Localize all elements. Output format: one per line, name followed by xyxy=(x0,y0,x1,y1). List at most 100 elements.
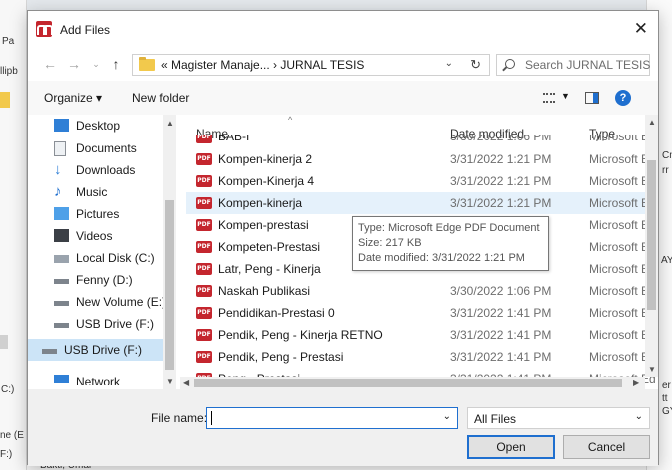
scrollbar-thumb[interactable] xyxy=(165,200,174,370)
nav-item-documents[interactable]: Documents xyxy=(28,137,172,159)
scroll-right-icon[interactable]: ▶ xyxy=(633,378,639,387)
nav-item-usb-drive-f[interactable]: USB Drive (F:) xyxy=(28,313,172,335)
file-row[interactable]: PDF Kompen-kinerja 2 3/31/2022 1:21 PM M… xyxy=(186,148,656,170)
file-row[interactable]: PDF BAB-I 3/30/2022 1:06 PM Microsoft Ed xyxy=(186,135,650,147)
nav-item-network[interactable]: Network xyxy=(28,371,172,385)
file-name: Latr, Peng - Kinerja xyxy=(218,262,321,276)
nav-pane-scrollbar[interactable]: ▲ ▼ xyxy=(163,115,176,390)
file-name: Kompen-kinerja xyxy=(218,196,303,210)
background-folder-icon xyxy=(0,92,10,108)
open-button[interactable]: Open xyxy=(467,435,555,459)
breadcrumb[interactable]: « Magister Manaje... › JURNAL TESIS xyxy=(161,58,364,72)
background-text: ne (E xyxy=(0,430,24,441)
refresh-icon[interactable]: ↻ xyxy=(470,57,481,73)
scroll-down-icon[interactable]: ▼ xyxy=(166,377,174,386)
background-text: Cm xyxy=(662,150,672,161)
nav-item-fenny-d[interactable]: Fenny (D:) xyxy=(28,269,172,291)
file-name: BAB-I xyxy=(218,135,250,143)
file-name-input[interactable]: ⌄ xyxy=(206,407,458,429)
file-row[interactable]: PDF Pendidikan-Prestasi 0 3/31/2022 1:41… xyxy=(186,302,656,324)
file-list-horizontal-scrollbar[interactable]: ◀ ▶ xyxy=(180,377,645,389)
file-row[interactable]: PDF Pendik, Peng - Prestasi 3/31/2022 1:… xyxy=(186,346,656,368)
file-type-filter[interactable]: All Files ⌄ xyxy=(467,407,650,429)
view-options-icon[interactable] xyxy=(543,93,555,103)
file-date: 3/30/2022 1:06 PM xyxy=(450,284,552,298)
scroll-up-icon[interactable]: ▲ xyxy=(648,118,656,127)
pdf-icon: PDF xyxy=(196,197,212,209)
preview-pane-icon[interactable] xyxy=(585,92,599,104)
chevron-down-icon: ⌄ xyxy=(634,411,643,422)
cancel-button[interactable]: Cancel xyxy=(563,435,650,459)
scrollbar-thumb[interactable] xyxy=(647,160,656,310)
back-arrow-icon[interactable]: ← xyxy=(42,55,58,73)
tooltip-type: Type: Microsoft Edge PDF Document xyxy=(358,222,540,234)
chevron-down-icon[interactable]: ⌄ xyxy=(443,411,451,422)
file-name: Pendidikan-Prestasi 0 xyxy=(218,306,335,320)
dialog-title: Add Files xyxy=(60,23,111,37)
nav-item-label: Pictures xyxy=(76,207,120,221)
chevron-down-icon[interactable]: ▼ xyxy=(561,91,570,101)
background-text: GY xyxy=(662,406,672,417)
toolbar: Organize ▾ New folder ▼ ? xyxy=(28,81,658,115)
scroll-left-icon[interactable]: ◀ xyxy=(183,378,189,387)
pictures-icon xyxy=(54,207,69,220)
help-icon[interactable]: ? xyxy=(615,90,631,106)
nav-item-music[interactable]: ♪ Music xyxy=(28,181,172,203)
file-list-scrollbar[interactable]: ▲ ▼ xyxy=(645,115,658,377)
desktop-icon xyxy=(54,119,69,132)
up-arrow-icon[interactable]: ↑ xyxy=(108,55,124,73)
forward-arrow-icon[interactable]: → xyxy=(66,55,82,73)
nav-item-label: Network xyxy=(76,375,121,385)
file-name: Kompen-Kinerja 4 xyxy=(218,174,315,188)
scroll-up-icon[interactable]: ▲ xyxy=(166,119,174,128)
folder-icon xyxy=(139,57,155,71)
scrollbar-thumb[interactable] xyxy=(194,379,622,387)
background-drive-icon xyxy=(0,335,8,349)
file-name: Pendik, Peng - Kinerja RETNO xyxy=(218,328,383,342)
file-row[interactable]: PDF Kompen-kinerja 3/31/2022 1:21 PM Mic… xyxy=(186,192,656,214)
navigation-pane: Desktop Documents ↓ Downloads ♪ Music Pi… xyxy=(28,115,180,385)
organize-button[interactable]: Organize ▾ xyxy=(44,91,102,105)
address-bar[interactable]: « Magister Manaje... › JURNAL TESIS ⌄ ↻ xyxy=(132,54,490,76)
file-row[interactable]: PDF Naskah Publikasi 3/30/2022 1:06 PM M… xyxy=(186,280,656,302)
pdf-icon: PDF xyxy=(196,135,212,143)
nav-item-label: Documents xyxy=(76,141,137,155)
dialog-titlebar[interactable]: Add Files ✕ xyxy=(28,11,658,49)
file-row[interactable]: PDF Kompen-Kinerja 4 3/31/2022 1:21 PM M… xyxy=(186,170,656,192)
chevron-down-icon[interactable]: ⌄ xyxy=(445,58,453,69)
close-icon[interactable]: ✕ xyxy=(634,19,648,39)
videos-icon xyxy=(54,229,69,242)
recent-locations-icon[interactable]: ⌄ xyxy=(88,55,104,73)
nav-item-label: Downloads xyxy=(76,163,136,177)
nav-item-downloads[interactable]: ↓ Downloads xyxy=(28,159,172,181)
file-date: 3/31/2022 1:41 PM xyxy=(450,306,552,320)
add-files-dialog: Add Files ✕ ← → ⌄ ↑ « Magister Manaje...… xyxy=(27,10,659,466)
usb-drive-icon xyxy=(42,349,57,354)
nav-item-pictures[interactable]: Pictures xyxy=(28,203,172,225)
background-text: er xyxy=(662,380,671,391)
pdf-icon: PDF xyxy=(196,307,212,319)
new-folder-button[interactable]: New folder xyxy=(132,91,189,105)
nav-item-new-volume-e[interactable]: New Volume (E:) xyxy=(28,291,172,313)
nav-item-local-disk-c[interactable]: Local Disk (C:) xyxy=(28,247,172,269)
file-name: Naskah Publikasi xyxy=(218,284,311,298)
file-name: Kompen-kinerja 2 xyxy=(218,152,313,166)
file-name: Kompeten-Prestasi xyxy=(218,240,321,254)
search-input[interactable]: Search JURNAL TESIS xyxy=(496,54,650,76)
file-row[interactable]: PDF Pendik, Peng - Kinerja RETNO 3/31/20… xyxy=(186,324,656,346)
nav-item-usb-drive-f-selected[interactable]: USB Drive (F:) xyxy=(28,339,172,361)
file-name: Kompen-prestasi xyxy=(218,218,309,232)
pdf-icon: PDF xyxy=(196,263,212,275)
drive-icon xyxy=(54,301,69,306)
file-date: 3/31/2022 1:21 PM xyxy=(450,174,552,188)
nav-item-desktop[interactable]: Desktop xyxy=(28,115,172,137)
music-icon: ♪ xyxy=(54,183,62,200)
tooltip-size: Size: 217 KB xyxy=(358,237,422,249)
background-text: llipb xyxy=(0,66,18,77)
dialog-footer: File name: ⌄ All Files ⌄ Open Cancel xyxy=(28,389,658,466)
documents-icon xyxy=(54,141,66,156)
nav-item-videos[interactable]: Videos xyxy=(28,225,172,247)
file-name-label: File name: xyxy=(151,411,208,425)
scroll-down-icon[interactable]: ▼ xyxy=(648,365,656,374)
pdf-icon: PDF xyxy=(196,285,212,297)
